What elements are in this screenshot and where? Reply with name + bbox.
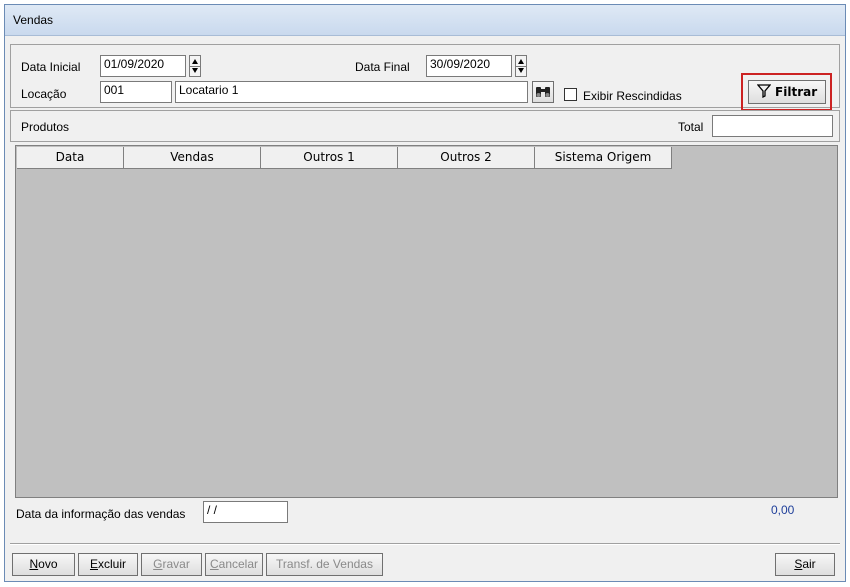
data-final-input[interactable]: 30/09/2020 (426, 55, 512, 77)
produtos-label: Produtos (21, 120, 70, 134)
grid-header-data[interactable]: Data (17, 147, 124, 169)
vendas-window: Vendas Data Inicial 01/09/2020 Data Fina… (4, 4, 846, 582)
data-inicial-spinner[interactable] (189, 55, 201, 77)
filtrar-label: Filtrar (775, 85, 818, 99)
data-final-spinner[interactable] (515, 55, 527, 77)
novo-button[interactable]: Novo (12, 553, 75, 576)
gravar-button[interactable]: Gravar (141, 553, 202, 576)
filtrar-button[interactable]: Filtrar (748, 80, 826, 104)
spin-up-icon (518, 59, 524, 64)
locacao-label: Locação (21, 87, 67, 101)
data-info-input[interactable]: / / (203, 501, 288, 523)
total-label: Total (678, 120, 704, 134)
grid-header-outros-1[interactable]: Outros 1 (261, 147, 398, 169)
funnel-icon (756, 84, 772, 99)
data-inicial-input[interactable]: 01/09/2020 (100, 55, 186, 77)
locacao-name-input[interactable]: Locatario 1 (175, 81, 528, 103)
exibir-rescindidas-label: Exibir Rescindidas (583, 89, 682, 103)
transf-vendas-button[interactable]: Transf. de Vendas (266, 553, 383, 576)
grid-header-vendas[interactable]: Vendas (124, 147, 261, 169)
spin-up-icon (192, 59, 198, 64)
footer-divider (10, 543, 840, 545)
title-bar: Vendas (5, 5, 845, 36)
produtos-panel: Produtos Total (10, 110, 840, 142)
grid-header-outros-2[interactable]: Outros 2 (398, 147, 535, 169)
filter-panel: Data Inicial 01/09/2020 Data Final 30/09… (10, 44, 840, 111)
spin-down-icon (518, 68, 524, 73)
cancelar-button[interactable]: Cancelar (205, 553, 263, 576)
vendas-grid[interactable]: Data Vendas Outros 1 Outros 2 Sistema Or… (15, 145, 838, 498)
spin-down-icon (192, 68, 198, 73)
data-inicial-label: Data Inicial (21, 60, 81, 74)
grid-header-sistema-origem[interactable]: Sistema Origem (535, 147, 672, 169)
binoculars-icon (536, 87, 550, 97)
exibir-rescindidas-checkbox[interactable] (564, 88, 577, 101)
excluir-button[interactable]: Excluir (78, 553, 138, 576)
total-input[interactable] (712, 115, 833, 137)
data-info-label: Data da informação das vendas (16, 507, 186, 521)
locacao-code-input[interactable]: 001 (100, 81, 172, 103)
window-title: Vendas (13, 13, 54, 27)
footer-total-value: 0,00 (771, 503, 795, 517)
search-button[interactable] (532, 81, 554, 103)
sair-button[interactable]: Sair (775, 553, 835, 576)
data-final-label: Data Final (355, 60, 410, 74)
